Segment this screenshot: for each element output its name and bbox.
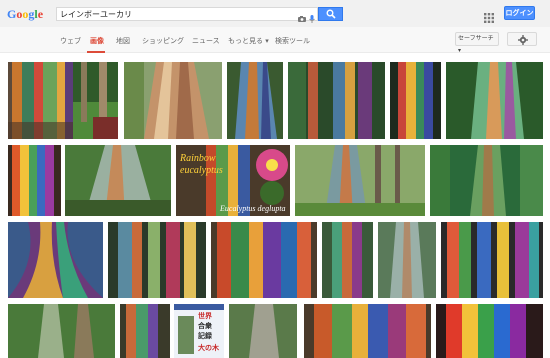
microphone-icon[interactable] (308, 9, 316, 23)
search-button[interactable] (318, 7, 343, 21)
image-result[interactable] (73, 62, 118, 139)
image-results-grid: Rainbow eucalyptus Eucalyptus deglupta 世… (0, 53, 550, 358)
tab-news[interactable]: ニュース (192, 36, 220, 46)
image-result[interactable] (288, 62, 385, 139)
search-icon (326, 9, 336, 19)
tab-shopping[interactable]: ショッピング (142, 36, 184, 46)
image-result[interactable] (446, 62, 543, 139)
image-result[interactable] (211, 222, 317, 298)
image-result[interactable] (229, 304, 297, 358)
image-result[interactable] (430, 145, 543, 216)
image-result[interactable] (65, 145, 171, 216)
tab-maps[interactable]: 地図 (116, 36, 130, 46)
tab-images[interactable]: 画像 (90, 36, 104, 46)
image-result[interactable] (441, 222, 543, 298)
caption-species: Eucalyptus deglupta (219, 204, 286, 213)
camera-icon[interactable] (297, 9, 307, 22)
tab-search-tools[interactable]: 検索ツール (275, 36, 310, 46)
top-bar: Google レインボーユーカリ ログイン (0, 0, 550, 27)
apps-grid-icon[interactable] (484, 8, 494, 23)
settings-button[interactable] (507, 32, 537, 46)
image-result[interactable] (390, 62, 441, 139)
image-result[interactable] (124, 62, 222, 139)
login-button[interactable]: ログイン (504, 6, 535, 20)
image-result[interactable] (8, 145, 61, 216)
image-result[interactable] (108, 222, 206, 298)
image-result[interactable] (120, 304, 170, 358)
safesearch-dropdown[interactable]: セーフサーチ ▾ (455, 32, 499, 54)
caption-rainbow-1: Rainbow (179, 153, 216, 164)
image-result[interactable] (8, 62, 78, 139)
search-input[interactable]: レインボーユーカリ (56, 7, 318, 23)
image-result[interactable] (8, 222, 103, 298)
svg-text:Google: Google (7, 7, 44, 21)
google-logo[interactable]: Google (7, 6, 51, 22)
image-result[interactable] (304, 304, 431, 358)
image-result[interactable] (322, 222, 373, 298)
caption-jp-2: 合衆 (197, 321, 212, 330)
caption-jp-4: 大の木 (198, 343, 220, 352)
tab-web[interactable]: ウェブ (60, 36, 81, 46)
search-query-text: レインボーユーカリ (60, 10, 132, 19)
image-result[interactable] (378, 222, 436, 298)
image-result[interactable]: Rainbow eucalyptus Eucalyptus deglupta (176, 145, 290, 216)
image-result[interactable] (295, 145, 425, 216)
image-result[interactable] (436, 304, 543, 358)
image-result[interactable] (227, 62, 283, 139)
caption-rainbow-2: eucalyptus (180, 165, 223, 176)
gear-icon (518, 35, 528, 45)
tab-more[interactable]: もっと見る ▾ (228, 36, 269, 46)
caption-jp-3: 記録 (198, 331, 213, 340)
image-result[interactable] (8, 304, 115, 358)
image-result[interactable]: 世界 合衆 記録 大の木 (174, 304, 224, 358)
caption-jp-1: 世界 (198, 311, 213, 320)
